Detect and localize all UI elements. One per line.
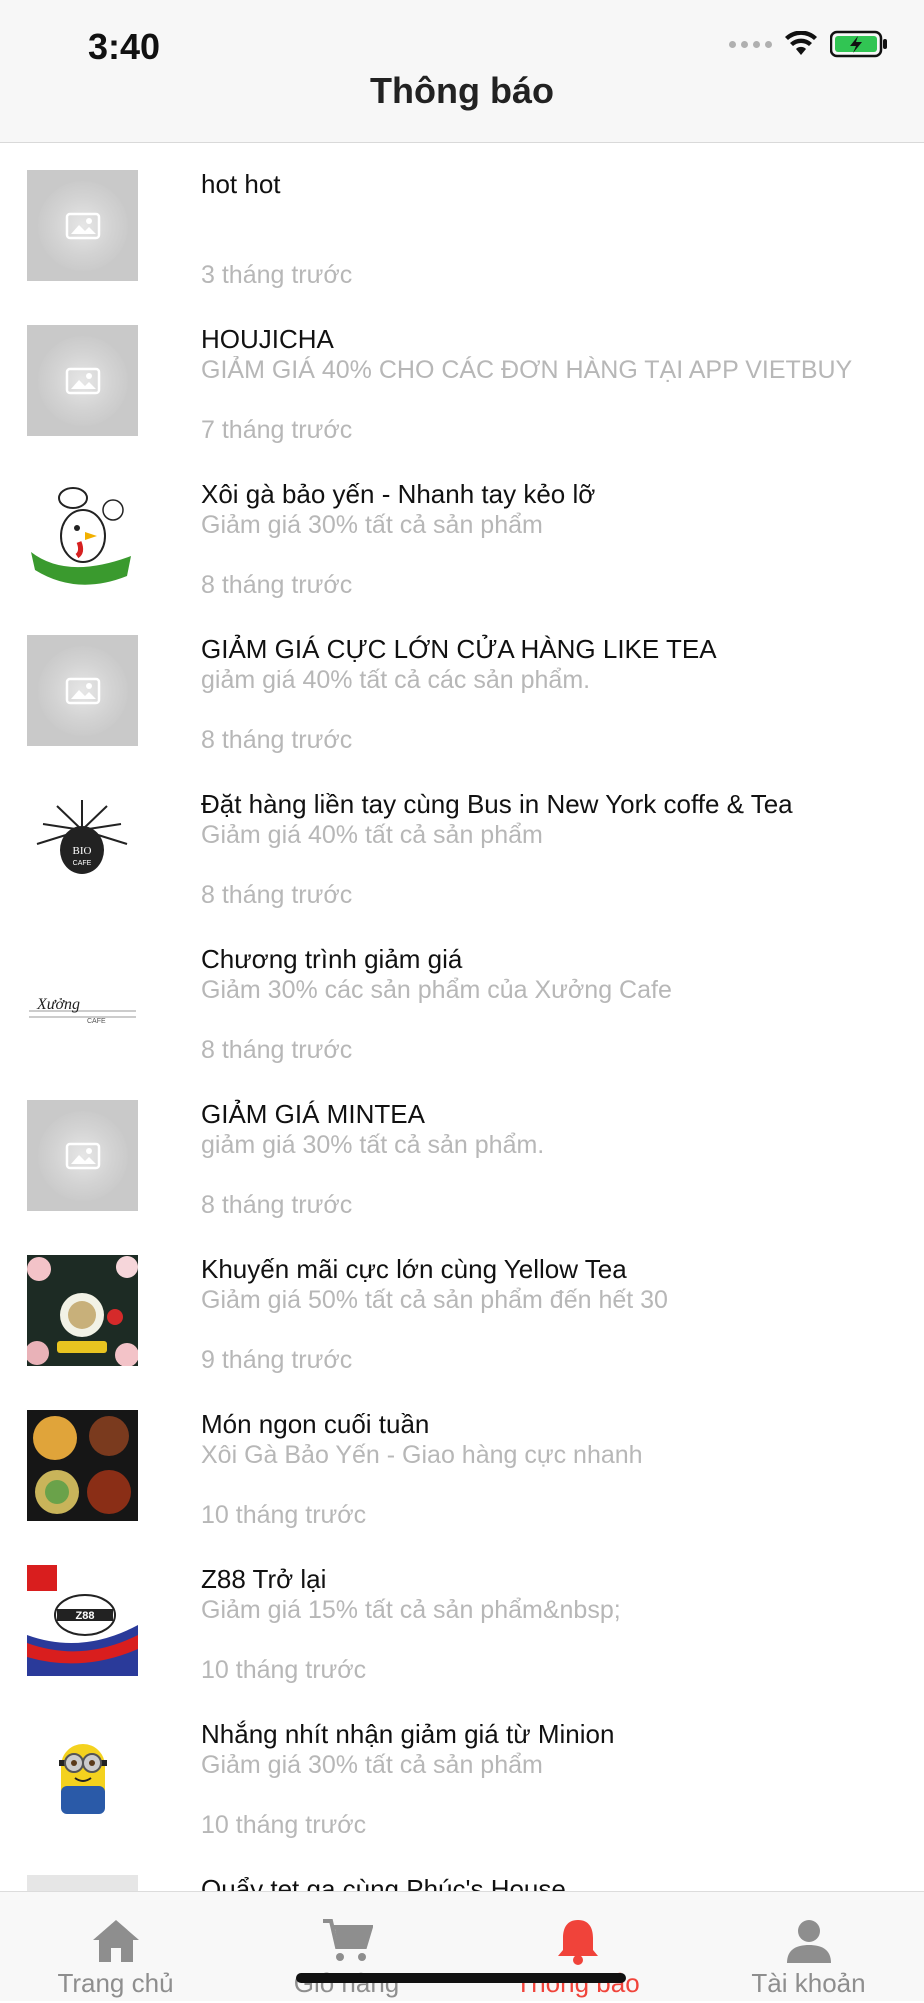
wifi-icon	[785, 31, 817, 55]
yellow-tea-banner-icon	[27, 1255, 138, 1366]
notification-item[interactable]: HOUJICHA GIẢM GIÁ 40% CHO CÁC ĐƠN HÀNG T…	[0, 298, 924, 453]
tab-label: Trang chủ	[57, 1968, 174, 1998]
notification-time: 9 tháng trước	[201, 1346, 353, 1374]
minion-icon	[27, 1720, 138, 1831]
status-indicators	[729, 30, 888, 58]
signal-icon	[729, 40, 772, 48]
notification-title: Khuyến mãi cực lớn cùng Yellow Tea	[201, 1254, 627, 1284]
notification-time: 8 tháng trước	[201, 1191, 353, 1219]
notification-title: Z88 Trở lại	[201, 1564, 327, 1594]
notification-subtitle: Giảm giá 30% tất cả sản phẩm	[201, 511, 543, 539]
tab-home[interactable]: Trang chủ	[0, 1892, 231, 2001]
notification-subtitle: giảm giá 30% tất cả sản phẩm.	[201, 1131, 545, 1159]
svg-text:Z88: Z88	[76, 1610, 95, 1622]
notification-item[interactable]: Xôi gà bảo yến - Nhanh tay kẻo lỡ Giảm g…	[0, 453, 924, 608]
notification-title: Món ngon cuối tuần	[201, 1409, 430, 1439]
notification-title: GIẢM GIÁ MINTEA	[201, 1099, 425, 1129]
tab-account[interactable]: Tài khoản	[693, 1892, 924, 2001]
svg-text:CAFE: CAFE	[87, 1018, 106, 1025]
notification-title: Đặt hàng liền tay cùng Bus in New York c…	[201, 789, 793, 819]
user-icon	[693, 1916, 924, 1966]
tab-notifications[interactable]: Thông báo	[462, 1892, 693, 2001]
tab-cart[interactable]: Giỏ hàng	[231, 1892, 462, 2001]
battery-icon	[830, 30, 887, 58]
notification-time: 10 tháng trước	[201, 1811, 367, 1839]
navigation-header: 3:40 Thông báo	[0, 0, 924, 143]
notification-item[interactable]: Khuyến mãi cực lớn cùng Yellow Tea Giảm …	[0, 1228, 924, 1383]
notification-title: HOUJICHA	[201, 324, 334, 354]
home-indicator	[296, 1973, 626, 1983]
svg-text:BIO: BIO	[73, 845, 92, 857]
notification-subtitle: Xôi Gà Bảo Yến - Giao hàng cực nhanh	[201, 1441, 643, 1469]
notification-subtitle: Giảm giá 50% tất cả sản phẩm đến hết 30	[201, 1286, 668, 1314]
notification-title: Xôi gà bảo yến - Nhanh tay kẻo lỡ	[201, 479, 596, 509]
notification-item[interactable]: Z88 Z88 Trở lại Giảm giá 15% tất cả sản …	[0, 1538, 924, 1693]
notification-title: hot hot	[201, 169, 281, 199]
notification-title: GIẢM GIÁ CỰC LỚN CỬA HÀNG LIKE TEA	[201, 634, 717, 664]
notification-subtitle: giảm giá 40% tất cả các sản phẩm.	[201, 666, 591, 694]
notification-item[interactable]: Món ngon cuối tuần Xôi Gà Bảo Yến - Giao…	[0, 1383, 924, 1538]
xuong-cafe-logo-icon: Xưởng CAFE	[27, 945, 138, 1056]
notification-subtitle: Giảm giá 30% tất cả sản phẩm	[201, 1751, 543, 1779]
notification-item[interactable]: Xưởng CAFE Chương trình giảm giá Giảm 30…	[0, 918, 924, 1073]
notification-item[interactable]: Nhắng nhít nhận giảm giá từ Minion Giảm …	[0, 1693, 924, 1848]
page-title: Thông báo	[370, 70, 554, 111]
home-icon	[0, 1916, 231, 1966]
notification-item[interactable]: BIO CAFE Đặt hàng liền tay cùng Bus in N…	[0, 763, 924, 918]
svg-text:Xưởng: Xưởng	[36, 996, 80, 1013]
bell-icon	[462, 1916, 693, 1966]
notification-time: 3 tháng trước	[201, 261, 353, 289]
notification-title: Chương trình giảm giá	[201, 944, 463, 974]
notification-time: 8 tháng trước	[201, 1036, 353, 1064]
notification-item[interactable]: GIẢM GIÁ CỰC LỚN CỬA HÀNG LIKE TEA giảm …	[0, 608, 924, 763]
image-placeholder-icon	[27, 325, 138, 436]
cart-icon	[231, 1916, 462, 1966]
svg-text:CAFE: CAFE	[73, 860, 92, 867]
food-photo-icon	[27, 1410, 138, 1521]
notification-subtitle: GIẢM GIÁ 40% CHO CÁC ĐƠN HÀNG TẠI APP VI…	[201, 356, 853, 384]
notification-time: 8 tháng trước	[201, 881, 353, 909]
notification-item[interactable]: GIẢM GIÁ MINTEA giảm giá 30% tất cả sản …	[0, 1073, 924, 1228]
statue-logo-icon: BIO CAFE	[27, 790, 138, 901]
status-time: 3:40	[88, 26, 161, 67]
image-placeholder-icon	[27, 170, 138, 281]
notification-list[interactable]: hot hot 3 tháng trước HOUJICHA GIẢM GIÁ …	[0, 143, 924, 2003]
notification-subtitle: Giảm giá 15% tất cả sản phẩm&nbsp;	[201, 1596, 621, 1624]
notification-title: Nhắng nhít nhận giảm giá từ Minion	[201, 1719, 615, 1749]
notification-time: 8 tháng trước	[201, 726, 353, 754]
image-placeholder-icon	[27, 635, 138, 746]
tab-label: Tài khoản	[751, 1968, 866, 1998]
notification-time: 8 tháng trước	[201, 571, 353, 599]
notification-time: 10 tháng trước	[201, 1656, 367, 1684]
image-placeholder-icon	[27, 1100, 138, 1211]
notification-subtitle: Giảm 30% các sản phẩm của Xưởng Cafe	[201, 976, 672, 1004]
notification-subtitle: Giảm giá 40% tất cả sản phẩm	[201, 821, 543, 849]
notification-item[interactable]: hot hot 3 tháng trước	[0, 143, 924, 298]
chicken-logo-icon	[27, 480, 138, 591]
tab-bar: Trang chủ Giỏ hàng Thông báo Tài khoản	[0, 1891, 924, 2001]
z88-banner-icon: Z88	[27, 1565, 138, 1676]
notification-time: 7 tháng trước	[201, 416, 353, 444]
notification-time: 10 tháng trước	[201, 1501, 367, 1529]
